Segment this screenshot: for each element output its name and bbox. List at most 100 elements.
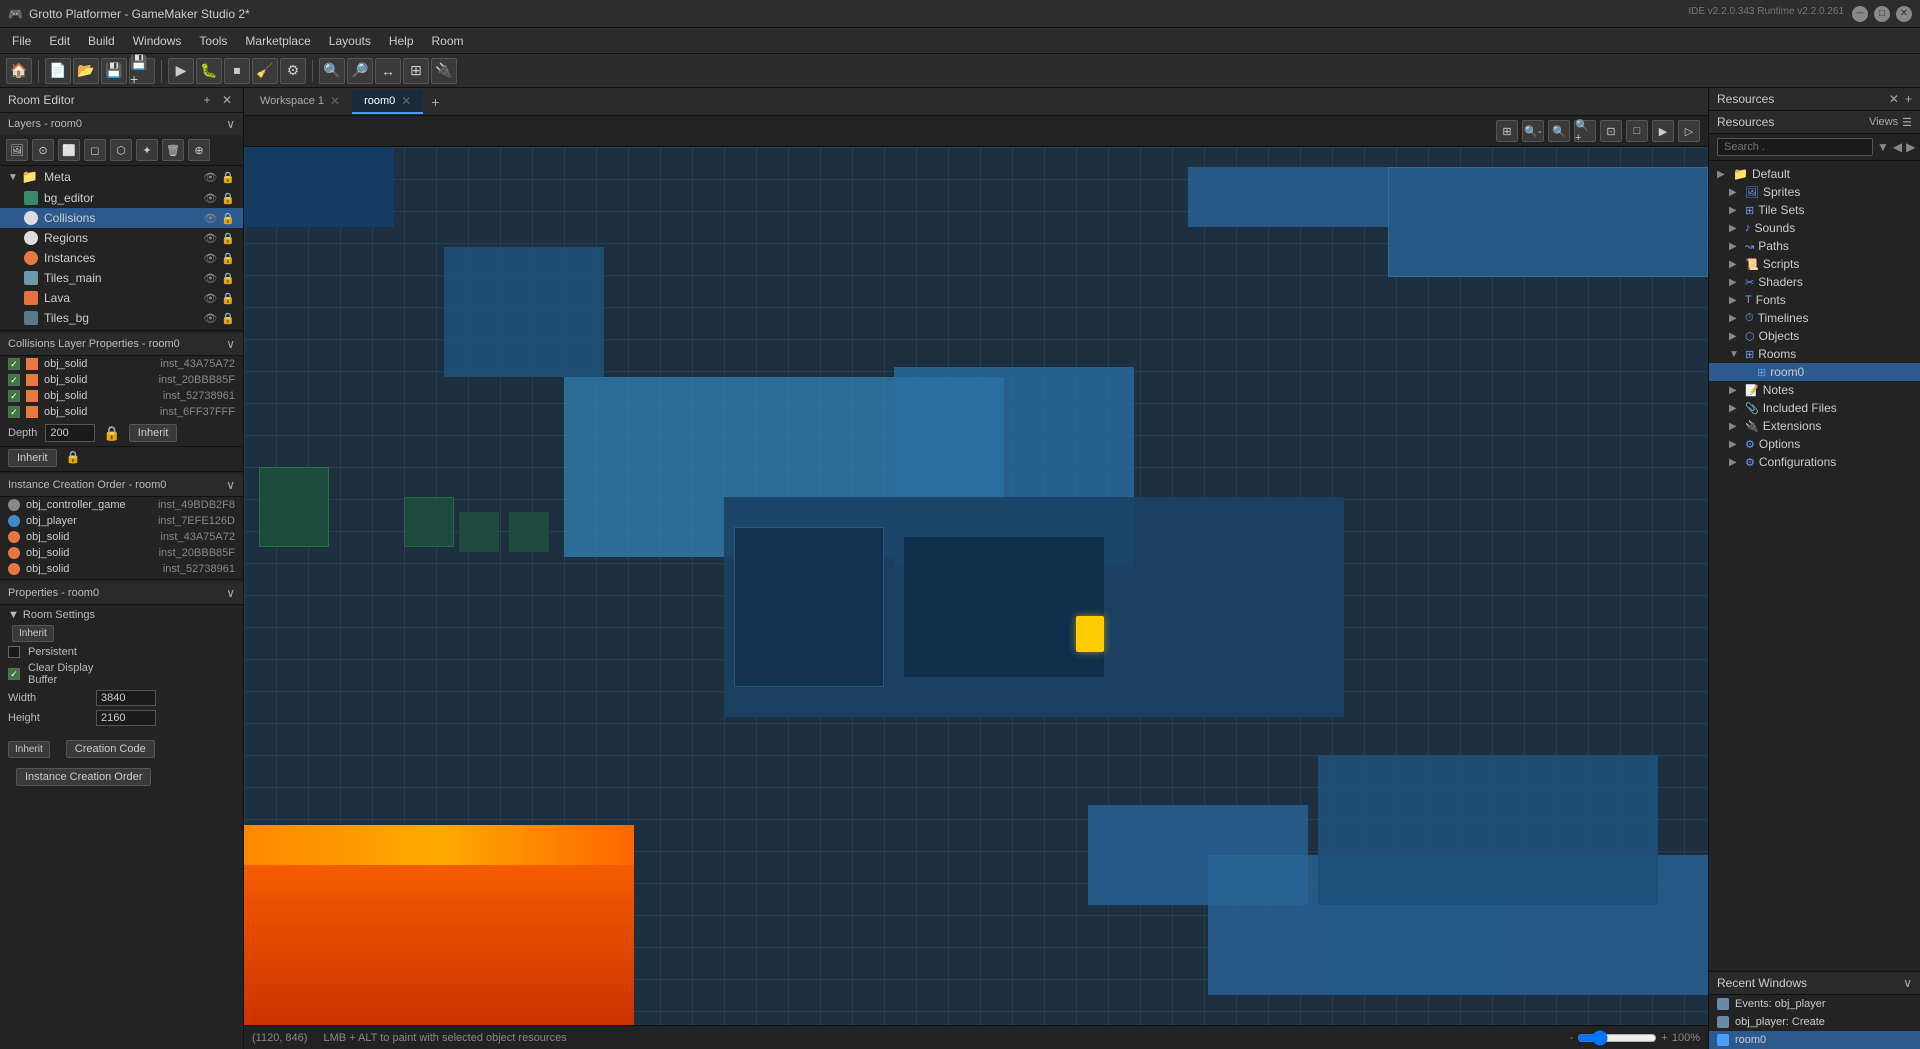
search-prev-icon[interactable]: ◀ — [1893, 140, 1902, 154]
toolbar-save[interactable]: 💾 — [101, 58, 127, 84]
menu-edit[interactable]: Edit — [41, 31, 78, 51]
lava-lock[interactable]: 🔒 — [221, 292, 235, 305]
recent-item-create[interactable]: obj_player: Create — [1709, 1013, 1920, 1031]
instances-lock[interactable]: 🔒 — [221, 252, 235, 265]
menu-help[interactable]: Help — [381, 31, 422, 51]
toolbar-new[interactable]: 📄 — [45, 58, 71, 84]
instance-order-collapse[interactable]: ∨ — [226, 478, 235, 492]
res-options[interactable]: ▶ ⚙ Options — [1709, 435, 1920, 453]
search-dropdown-icon[interactable]: ▼ — [1877, 140, 1889, 154]
coll-check-3[interactable]: ✓ — [8, 390, 20, 402]
toolbar-stop[interactable]: ⏹ — [224, 58, 250, 84]
toolbar-run[interactable]: ▶ — [168, 58, 194, 84]
toolbar-find[interactable]: 🔍 — [319, 58, 345, 84]
instances-vis[interactable]: 👁 — [203, 252, 217, 265]
properties-collapse[interactable]: ∨ — [226, 586, 235, 600]
canvas-tool-zoom-out[interactable]: 🔍- — [1522, 120, 1544, 142]
width-input[interactable] — [96, 690, 156, 706]
layer-item-meta[interactable]: ▼ 📁 Meta 👁 🔒 — [0, 166, 243, 188]
layer-tool-add-instance[interactable]: ◻ — [84, 139, 106, 161]
res-sounds[interactable]: ▶ ♪ Sounds — [1709, 219, 1920, 237]
search-next-icon[interactable]: ▶ — [1906, 140, 1915, 154]
res-fonts[interactable]: ▶ T Fonts — [1709, 291, 1920, 309]
search-input[interactable] — [1717, 138, 1873, 156]
tiles-main-lock[interactable]: 🔒 — [221, 272, 235, 285]
toolbar-home[interactable]: 🏠 — [6, 58, 32, 84]
res-configurations[interactable]: ▶ ⚙ Configurations — [1709, 453, 1920, 471]
layer-instances[interactable]: Instances 👁 🔒 — [0, 248, 243, 268]
res-timelines[interactable]: ▶ ⏱ Timelines — [1709, 309, 1920, 327]
resources-close[interactable]: ✕ — [1889, 92, 1899, 106]
bg-editor-vis[interactable]: 👁 — [203, 192, 217, 205]
toolbar-open[interactable]: 📂 — [73, 58, 99, 84]
toolbar-config[interactable]: ⚙ — [280, 58, 306, 84]
lava-vis[interactable]: 👁 — [203, 292, 217, 305]
workspace-tab-room0[interactable]: room0 ✕ — [352, 90, 423, 114]
toolbar-ext[interactable]: 🔌 — [431, 58, 457, 84]
layer-tool-add-physics[interactable]: ⬡ — [110, 139, 132, 161]
depth-lock[interactable]: 🔒 — [103, 425, 120, 442]
depth-input[interactable] — [45, 424, 95, 442]
tiles-bg-lock[interactable]: 🔒 — [221, 312, 235, 325]
layer-tiles-bg[interactable]: Tiles_bg 👁 🔒 — [0, 308, 243, 328]
layer-regions[interactable]: Regions 👁 🔒 — [0, 228, 243, 248]
views-label[interactable]: Views — [1869, 116, 1898, 128]
layer-collisions[interactable]: Collisions 👁 🔒 — [0, 208, 243, 228]
tiles-main-vis[interactable]: 👁 — [203, 272, 217, 285]
recent-item-room0[interactable]: room0 — [1709, 1031, 1920, 1049]
zoom-in-btn[interactable]: + — [1661, 1032, 1667, 1044]
bg-editor-lock[interactable]: 🔒 — [221, 192, 235, 205]
menu-tools[interactable]: Tools — [191, 31, 235, 51]
layer-tool-delete[interactable]: 🗑 — [162, 139, 184, 161]
toolbar-replace[interactable]: ↔ — [375, 58, 401, 84]
res-notes[interactable]: ▶ 📝 Notes — [1709, 381, 1920, 399]
inherit-btn-creation[interactable]: Inherit — [8, 741, 50, 758]
menu-room[interactable]: Room — [424, 31, 472, 51]
collisions-lock[interactable]: 🔒 — [221, 212, 235, 225]
room-settings-title[interactable]: ▼ Room Settings — [8, 609, 235, 621]
menu-file[interactable]: File — [4, 31, 39, 51]
res-shaders[interactable]: ▶ ✂ Shaders — [1709, 273, 1920, 291]
workspace-tab-add[interactable]: + — [423, 90, 447, 114]
res-scripts[interactable]: ▶ 📜 Scripts — [1709, 255, 1920, 273]
menu-windows[interactable]: Windows — [125, 31, 190, 51]
layer-bg-editor[interactable]: bg_editor 👁 🔒 — [0, 188, 243, 208]
res-tilesets[interactable]: ▶ ⊞ Tile Sets — [1709, 201, 1920, 219]
canvas-tool-zoom-in[interactable]: 🔍+ — [1574, 120, 1596, 142]
layer-tool-add-sprite[interactable]: 🖼 — [6, 139, 28, 161]
room-editor-add[interactable]: + — [199, 92, 215, 108]
canvas-tool-step[interactable]: ▷ — [1678, 120, 1700, 142]
canvas-tool-grid[interactable]: ⊞ — [1496, 120, 1518, 142]
room-editor-close[interactable]: ✕ — [219, 92, 235, 108]
workspace-tab-1[interactable]: Workspace 1 ✕ — [248, 90, 352, 114]
recent-item-events[interactable]: Events: obj_player — [1709, 995, 1920, 1013]
toolbar-find-in[interactable]: 🔎 — [347, 58, 373, 84]
minimize-button[interactable]: ─ — [1852, 6, 1868, 22]
creation-code-btn[interactable]: Creation Code — [66, 740, 155, 758]
instance-creation-btn[interactable]: Instance Creation Order — [16, 768, 151, 786]
views-menu-icon[interactable]: ☰ — [1902, 116, 1912, 129]
regions-vis[interactable]: 👁 — [203, 232, 217, 245]
inherit-btn-room[interactable]: Inherit — [12, 625, 54, 642]
layer-tiles-main[interactable]: Tiles_main 👁 🔒 — [0, 268, 243, 288]
layer-tool-add-effect[interactable]: ✦ — [136, 139, 158, 161]
coll-check-1[interactable]: ✓ — [8, 358, 20, 370]
maximize-button[interactable]: □ — [1874, 6, 1890, 22]
ws-tab-1-close[interactable]: ✕ — [330, 94, 340, 108]
canvas-tool-play[interactable]: ▶ — [1652, 120, 1674, 142]
recent-windows-header[interactable]: Recent Windows ∨ — [1709, 972, 1920, 995]
canvas-area[interactable] — [244, 147, 1708, 1025]
coll-check-2[interactable]: ✓ — [8, 374, 20, 386]
inherit-btn-1[interactable]: Inherit — [129, 424, 178, 442]
resources-add[interactable]: + — [1905, 92, 1912, 106]
regions-lock[interactable]: 🔒 — [221, 232, 235, 245]
res-rooms[interactable]: ▼ ⊞ Rooms — [1709, 345, 1920, 363]
collision-props-collapse[interactable]: ∨ — [226, 337, 235, 351]
zoom-slider[interactable] — [1577, 1030, 1657, 1046]
tiles-bg-vis[interactable]: 👁 — [203, 312, 217, 325]
menu-build[interactable]: Build — [80, 31, 123, 51]
layer-lava[interactable]: Lava 👁 🔒 — [0, 288, 243, 308]
height-input[interactable] — [96, 710, 156, 726]
layer-tool-merge[interactable]: ⊕ — [188, 139, 210, 161]
res-sprites[interactable]: ▶ 🖼 Sprites — [1709, 183, 1920, 201]
